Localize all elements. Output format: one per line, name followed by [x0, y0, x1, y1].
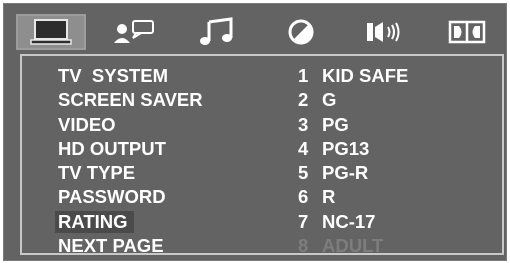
- menu-item-label: TV TYPE: [58, 162, 136, 184]
- tab-dolby[interactable]: [432, 14, 502, 50]
- menu-item-label: TV SYSTEM: [58, 65, 168, 86]
- menu-item-label: HD OUTPUT: [58, 137, 166, 159]
- option-label: R: [322, 186, 336, 208]
- rating-option[interactable]: 1 KID SAFE: [298, 64, 408, 88]
- menu-item-tv-type[interactable]: TV TYPE: [58, 161, 203, 185]
- tab-general[interactable]: [16, 14, 86, 50]
- option-label: KID SAFE: [322, 65, 409, 86]
- rating-option[interactable]: 3 PG: [298, 113, 408, 137]
- language-speech-icon: [114, 20, 155, 43]
- option-label: PG-R: [322, 162, 369, 184]
- settings-panel: TV SYSTEM SCREEN SAVER VIDEO HD OUTPUT T…: [20, 54, 504, 258]
- menu-item-video[interactable]: VIDEO: [58, 113, 203, 137]
- menu-item-label: VIDEO: [58, 113, 116, 135]
- option-label: ADULT: [322, 235, 384, 257]
- option-label: NC-17: [322, 210, 376, 232]
- osd-setup-window: TV SYSTEM SCREEN SAVER VIDEO HD OUTPUT T…: [3, 3, 507, 261]
- tab-bar: [16, 14, 502, 50]
- menu-item-next-page[interactable]: NEXT PAGE: [58, 234, 203, 258]
- menu-item-label: NEXT PAGE: [58, 235, 164, 257]
- option-label: PG13: [322, 137, 370, 159]
- option-number: 4: [298, 137, 309, 159]
- menu-item-tv-system[interactable]: TV SYSTEM: [58, 64, 203, 88]
- rating-option[interactable]: 5 PG-R: [298, 161, 408, 185]
- menu-item-label: PASSWORD: [58, 186, 166, 208]
- tv-monitor-icon: [30, 19, 72, 45]
- option-number: 1: [298, 65, 309, 86]
- rating-option[interactable]: 4 PG13: [298, 137, 408, 161]
- option-number: 2: [298, 89, 309, 111]
- tab-speaker[interactable]: [349, 14, 419, 50]
- music-note-icon: [200, 17, 233, 45]
- option-number: 6: [298, 186, 309, 208]
- option-number: 8: [298, 235, 309, 257]
- option-number: 7: [298, 210, 309, 232]
- menu-item-password[interactable]: PASSWORD: [58, 185, 203, 209]
- speaker-icon: [366, 22, 400, 42]
- option-label: PG: [322, 113, 349, 135]
- rating-option[interactable]: 6R: [298, 185, 408, 209]
- rating-options: 1 KID SAFE 2G 3 PG 4 PG13 5 PG-R 6R 7 NC-17 8…: [298, 64, 408, 258]
- tab-language[interactable]: [99, 14, 169, 50]
- menu-item-screen-saver[interactable]: SCREEN SAVER: [58, 88, 203, 112]
- rating-option[interactable]: 2G: [298, 88, 408, 112]
- option-number: 5: [298, 162, 309, 184]
- menu-item-label: RATING: [55, 210, 134, 233]
- tab-audio[interactable]: [182, 14, 252, 50]
- option-number: 3: [298, 113, 309, 135]
- option-label: G: [322, 89, 337, 111]
- dolby-icon: [448, 20, 486, 44]
- menu-item-label: SCREEN SAVER: [58, 89, 203, 111]
- rating-option[interactable]: 7 NC-17: [298, 210, 408, 234]
- menu-item-hd-output[interactable]: HD OUTPUT: [58, 137, 203, 161]
- settings-menu: TV SYSTEM SCREEN SAVER VIDEO HD OUTPUT T…: [55, 64, 203, 258]
- video-contrast-icon: [288, 19, 314, 45]
- rating-option-disabled: 8 ADULT: [298, 234, 408, 258]
- menu-item-rating[interactable]: RATING: [55, 210, 203, 234]
- tab-video[interactable]: [266, 14, 336, 50]
